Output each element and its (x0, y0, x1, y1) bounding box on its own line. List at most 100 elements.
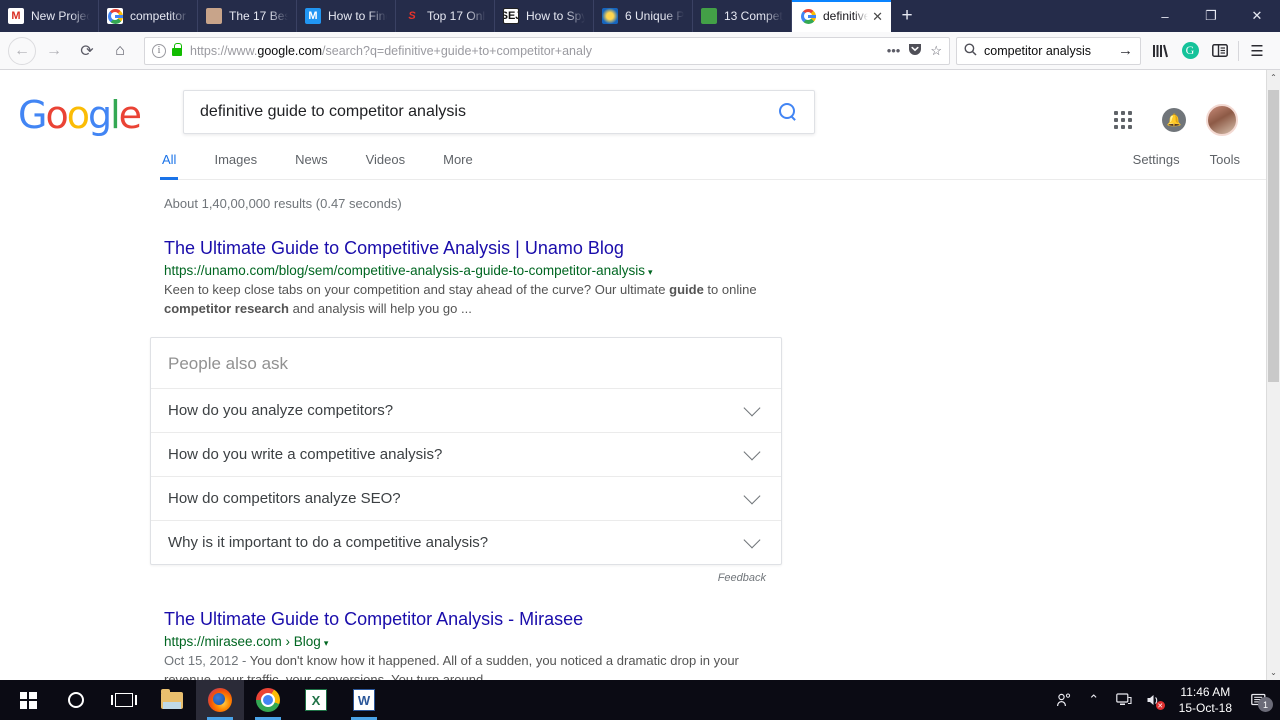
taskbar-chrome[interactable] (244, 680, 292, 720)
taskbar-word[interactable]: W (340, 680, 388, 720)
home-button[interactable]: ⌂ (105, 36, 135, 66)
google-icon (107, 8, 123, 24)
volume-muted-icon[interactable]: ✕ (1139, 680, 1169, 720)
taskbar-clock[interactable]: 11:46 AM 15-Oct-18 (1169, 684, 1242, 716)
chevron-down-icon[interactable]: ▾ (324, 638, 329, 648)
bookmark-star-icon[interactable]: ☆ (930, 43, 942, 59)
tab-label: competitor an (130, 9, 189, 23)
browser-tab-5[interactable]: SEJ How to Spy on (495, 0, 594, 32)
browser-tab-4[interactable]: S Top 17 Online (396, 0, 495, 32)
paa-question-2[interactable]: How do competitors analyze SEO? (151, 477, 781, 522)
task-view-button[interactable] (100, 680, 148, 720)
user-avatar[interactable] (1206, 104, 1238, 136)
chevron-down-icon[interactable] (743, 487, 761, 505)
forward-button[interactable]: → (39, 36, 69, 66)
tab-all[interactable]: All (159, 136, 179, 180)
settings-link[interactable]: Settings (1133, 136, 1180, 180)
search-results-continued: The Ultimate Guide to Competitor Analysi… (164, 584, 1280, 680)
paa-question-0[interactable]: How do you analyze competitors? (151, 389, 781, 434)
result-snippet: Oct 15, 2012 - You don't know how it hap… (164, 653, 739, 680)
chevron-down-icon[interactable] (743, 399, 761, 417)
browser-tab-1[interactable]: competitor an (99, 0, 198, 32)
excel-icon: X (305, 689, 327, 711)
maximize-button[interactable]: ❐ (1188, 0, 1234, 32)
address-bar[interactable]: i https://www.google.com/search?q=defini… (144, 36, 950, 65)
result-title-link[interactable]: The Ultimate Guide to Competitive Analys… (164, 237, 784, 260)
pocket-icon[interactable] (908, 42, 922, 59)
taskbar-excel[interactable]: X (292, 680, 340, 720)
bell-icon[interactable]: 🔔 (1162, 108, 1186, 132)
clock-time: 11:46 AM (1180, 684, 1231, 699)
back-button[interactable]: ← (8, 36, 36, 65)
tab-label: New Project: C (31, 9, 90, 23)
url-text: https://www.google.com/search?q=definiti… (190, 43, 592, 58)
browser-search-bar[interactable]: competitor analysis → (956, 36, 1141, 65)
firefox-icon (208, 688, 232, 712)
action-center-button[interactable]: 1 (1242, 680, 1276, 720)
search-query-input[interactable]: definitive guide to competitor analysis (200, 103, 779, 121)
chevron-down-icon[interactable]: ▾ (648, 267, 653, 277)
result-snippet: Keen to keep close tabs on your competit… (164, 282, 757, 317)
paa-question-3[interactable]: Why is it important to do a competitive … (151, 521, 781, 564)
people-icon[interactable] (1049, 680, 1079, 720)
feedback-link[interactable]: Feedback (150, 565, 782, 584)
cortana-search-button[interactable] (52, 680, 100, 720)
search-icon[interactable] (779, 102, 798, 122)
page-content: Google definitive guide to competitor an… (0, 70, 1280, 680)
browser-tab-3[interactable]: M How to Find B (297, 0, 396, 32)
reload-button[interactable]: ⟳ (72, 36, 102, 66)
network-icon[interactable] (1109, 680, 1139, 720)
browser-toolbar: ← → ⟳ ⌂ i https://www.google.com/search?… (0, 32, 1280, 70)
browser-tab-0[interactable]: M New Project: C (0, 0, 99, 32)
tab-more[interactable]: More (443, 136, 473, 180)
browser-tab-6[interactable]: 6 Unique Proc (594, 0, 693, 32)
chrome-icon (256, 688, 280, 712)
library-icon[interactable] (1145, 36, 1175, 66)
start-button[interactable] (4, 680, 52, 720)
word-icon: W (353, 689, 375, 711)
toolbar-icons: G ☰ (1145, 36, 1272, 66)
browser-tab-8-active[interactable]: definitive g ✕ (792, 0, 891, 32)
s-logo-icon: S (408, 10, 416, 22)
taskbar-file-explorer[interactable] (148, 680, 196, 720)
scrollbar-thumb[interactable] (1268, 90, 1279, 382)
new-tab-button[interactable]: + (891, 0, 923, 32)
result-url[interactable]: https://mirasee.com › Blog ▾ (164, 634, 784, 649)
page-info-icon[interactable]: i (152, 43, 166, 58)
search-icon (964, 43, 977, 59)
tools-link[interactable]: Tools (1210, 136, 1240, 180)
browser-tab-strip: M New Project: C competitor an The 17 Be… (0, 0, 1280, 32)
close-window-button[interactable]: ✕ (1234, 0, 1280, 32)
page-scrollbar[interactable]: ⌃ ⌄ (1266, 70, 1280, 680)
scroll-down-arrow-icon[interactable]: ⌄ (1267, 665, 1280, 680)
leaf-icon (701, 8, 717, 24)
browser-tab-7[interactable]: 13 Competitor (693, 0, 792, 32)
taskbar-firefox[interactable] (196, 680, 244, 720)
search-submit-arrow-icon[interactable]: → (1118, 42, 1133, 59)
google-logo[interactable]: Google (18, 96, 142, 134)
minimize-button[interactable]: – (1142, 0, 1188, 32)
tab-images[interactable]: Images (214, 136, 257, 180)
sidebar-toggle-icon[interactable] (1205, 36, 1235, 66)
medium-icon: M (305, 8, 321, 24)
paa-question-1[interactable]: How do you write a competitive analysis? (151, 433, 781, 478)
show-hidden-icons-chevron[interactable]: ⌃ (1079, 680, 1109, 720)
page-actions-icon[interactable]: ••• (887, 43, 901, 58)
tab-news[interactable]: News (295, 136, 328, 180)
chevron-down-icon[interactable] (743, 443, 761, 461)
browser-search-input[interactable]: competitor analysis (984, 44, 1110, 58)
grammarly-extension-icon[interactable]: G (1175, 36, 1205, 66)
google-search-box[interactable]: definitive guide to competitor analysis (183, 90, 816, 134)
face-icon (206, 8, 222, 24)
chevron-down-icon[interactable] (743, 531, 761, 549)
tab-videos[interactable]: Videos (366, 136, 406, 180)
close-tab-icon[interactable]: ✕ (872, 10, 883, 23)
apps-grid-icon[interactable] (1114, 111, 1132, 129)
result-url[interactable]: https://unamo.com/blog/sem/competitive-a… (164, 263, 784, 278)
result-title-link[interactable]: The Ultimate Guide to Competitor Analysi… (164, 608, 784, 631)
scroll-up-arrow-icon[interactable]: ⌃ (1267, 70, 1280, 85)
secure-lock-icon (172, 43, 182, 56)
tab-label: 13 Competitor (724, 9, 783, 23)
browser-tab-2[interactable]: The 17 Best To (198, 0, 297, 32)
hamburger-menu-icon[interactable]: ☰ (1242, 36, 1272, 66)
